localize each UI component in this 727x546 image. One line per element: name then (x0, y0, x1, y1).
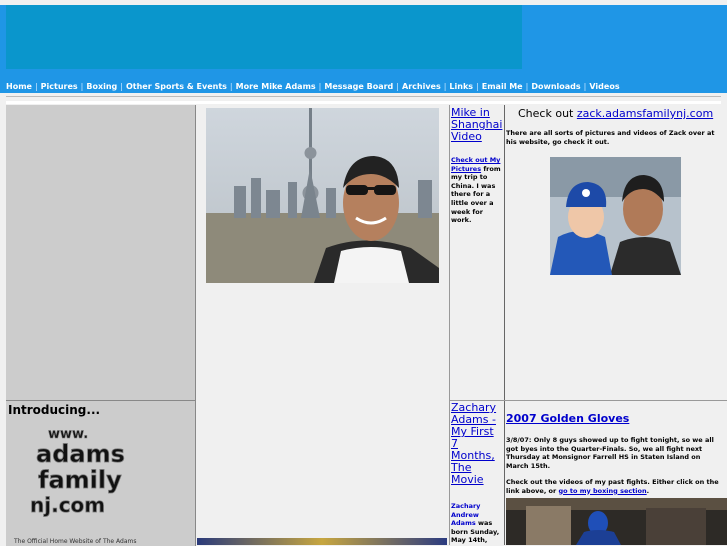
nav-item-downloads[interactable]: Downloads (531, 82, 580, 91)
left-sidebar (6, 105, 196, 400)
nav-separator: | (476, 81, 479, 91)
nav-separator: | (396, 81, 399, 91)
column-divider (449, 105, 450, 545)
shanghai-video-link[interactable]: Mike in Shanghai Video (451, 107, 503, 143)
nav-item-videos[interactable]: Videos (589, 82, 619, 91)
logo-caption: The Official Home Website of The Adams (14, 538, 137, 545)
nav-item-home[interactable]: Home (6, 82, 32, 91)
nav-item-email-me[interactable]: Email Me (482, 82, 523, 91)
header-banner (6, 5, 522, 69)
nav-separator: | (120, 81, 123, 91)
nav-separator: | (318, 81, 322, 91)
nav-item-archives[interactable]: Archives (402, 82, 441, 91)
nav-separator: | (34, 81, 38, 91)
bottom-photo-strip (197, 538, 447, 545)
divider (6, 101, 721, 104)
column-divider (504, 105, 505, 545)
nav-bar: Home | Pictures | Boxing | Other Sports & Even… (6, 78, 620, 94)
shanghai-photo[interactable] (206, 108, 439, 283)
zack-site-link[interactable]: zack.adamsfamilynj.com (577, 107, 713, 120)
nav-separator: | (583, 81, 587, 91)
golden-gloves-link[interactable]: 2007 Golden Gloves (506, 412, 629, 425)
nav-separator: | (229, 81, 233, 91)
gloves-update: 3/8/07: Only 8 guys showed up to fight t… (506, 436, 714, 470)
golden-gloves-text: 3/8/07: Only 8 guys showed up to fight t… (506, 436, 724, 495)
zack-movie-description: Zachary Andrew Adams was born Sunday, Ma… (451, 502, 503, 545)
shanghai-body: from my trip to China. I was there for a… (451, 164, 501, 225)
zack-site-description: There are all sorts of pictures and vide… (506, 129, 715, 146)
logo-line-4: nj.com (30, 493, 105, 517)
nav-separator: | (443, 81, 447, 91)
nav-item-other-sports-events[interactable]: Other Sports & Events (126, 82, 227, 91)
nav-separator: | (525, 81, 529, 91)
nav-item-more-mike-adams[interactable]: More Mike Adams (236, 82, 316, 91)
zack-movie-link[interactable]: Zachary Adams - My First 7 Months, The M… (451, 402, 503, 486)
boxing-photo[interactable] (506, 498, 727, 545)
zack-photo[interactable] (550, 157, 681, 275)
boxing-section-link[interactable]: go to my boxing section (559, 487, 647, 495)
gloves-videos-note: Check out the videos of my past fights. … (506, 478, 724, 495)
zack-site-heading: Check out zack.adamsfamilynj.com (518, 107, 713, 120)
nav-item-links[interactable]: Links (449, 82, 473, 91)
nav-item-pictures[interactable]: Pictures (41, 82, 78, 91)
shanghai-description: Check out My Pictures from my trip to Ch… (451, 156, 503, 225)
gloves-para2-suffix: . (646, 486, 650, 495)
nav-item-message-board[interactable]: Message Board (324, 82, 393, 91)
site-logo[interactable]: www. adams family nj.com (28, 424, 178, 518)
logo-line-2: adams (36, 440, 125, 468)
checkout-prefix: Check out (518, 107, 577, 120)
divider (6, 96, 721, 97)
intro-title: Introducing... (8, 403, 101, 417)
nav-item-boxing[interactable]: Boxing (86, 82, 117, 91)
logo-line-3: family (38, 466, 122, 494)
nav-separator: | (80, 81, 84, 91)
